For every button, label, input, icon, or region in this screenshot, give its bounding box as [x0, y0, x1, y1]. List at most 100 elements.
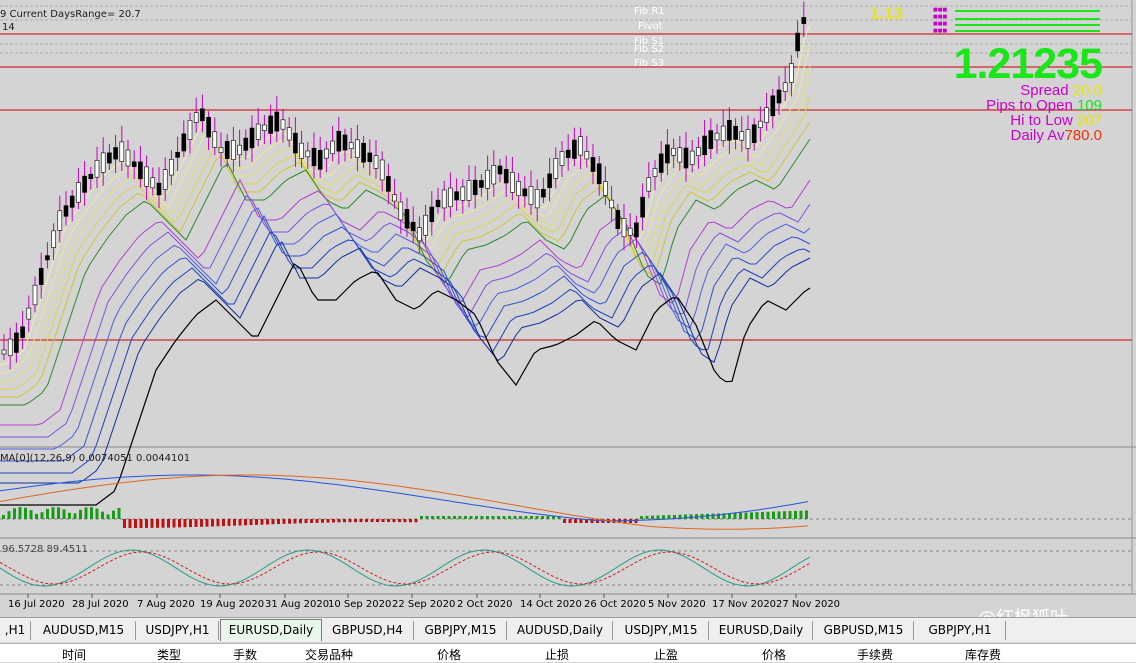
candle-body	[218, 147, 224, 153]
column-header[interactable]: 手数	[233, 646, 257, 663]
tab-audusd-daily[interactable]: AUDUSD,Daily	[508, 621, 613, 640]
candle-body	[342, 134, 348, 151]
macd-histogram-bar	[541, 516, 544, 519]
macd-histogram-bar	[62, 509, 66, 519]
macd-histogram-bar	[161, 519, 165, 528]
column-header[interactable]: 类型	[157, 646, 181, 663]
macd-histogram-bar	[18, 507, 22, 519]
tab-gbpusd-m15[interactable]: GBPUSD,M15	[814, 621, 914, 640]
macd-histogram-bar	[414, 519, 418, 523]
macd-histogram-bar	[497, 516, 500, 519]
column-header[interactable]: 价格	[437, 646, 461, 663]
candle-body	[609, 199, 614, 209]
candle-body	[131, 161, 137, 167]
column-header[interactable]: 止盈	[654, 646, 678, 663]
macd-histogram-bar	[282, 519, 286, 524]
daily-av-row: Daily Av780.0	[1011, 127, 1102, 144]
macd-histogram-bar	[178, 519, 181, 528]
macd-histogram-bar	[299, 519, 302, 524]
column-header[interactable]: 手续费	[857, 646, 893, 663]
column-header[interactable]: 库存费	[965, 646, 1001, 663]
macd-histogram-bar	[436, 516, 440, 519]
candle-body	[795, 32, 800, 52]
macd-histogram-bar	[249, 519, 253, 526]
candle-body	[156, 182, 162, 196]
strength-bar-1	[955, 10, 1100, 12]
tab-eurusd-daily[interactable]: EURUSD,Daily	[710, 621, 813, 640]
tab-gbpusd-h4[interactable]: GBPUSD,H4	[322, 621, 414, 640]
macd-histogram-bar	[112, 510, 115, 519]
macd-histogram-bar	[332, 519, 335, 523]
candle-body	[138, 161, 143, 180]
candle-body	[107, 152, 112, 164]
column-header[interactable]: 止损	[545, 646, 569, 663]
candle-body	[516, 181, 521, 197]
candle-body	[534, 189, 540, 209]
candle-body	[51, 230, 56, 248]
macd-histogram-bar	[805, 510, 808, 519]
candle-body	[658, 153, 664, 173]
candle-body	[20, 326, 25, 338]
macd-histogram-bar	[216, 519, 220, 527]
date-tick-label: 19 Aug 2020	[200, 599, 265, 610]
strength-bar-2	[955, 18, 1100, 20]
candle-body	[708, 130, 714, 149]
macd-histogram-bar	[750, 512, 753, 519]
candle-body	[293, 132, 298, 154]
candle-body	[361, 142, 366, 163]
macd-histogram-bar	[156, 519, 159, 528]
tab-h1[interactable]: ,H1	[0, 621, 31, 640]
macd-histogram-bar	[425, 516, 429, 519]
macd-histogram-bar	[365, 519, 368, 523]
blue-ma-line	[0, 231, 811, 474]
column-header[interactable]: 时间	[62, 646, 86, 663]
tab-eurusd-daily[interactable]: EURUSD,Daily	[220, 619, 322, 641]
macd-histogram-bar	[387, 519, 390, 523]
column-header[interactable]: 价格	[762, 646, 786, 663]
candle-body	[1, 349, 7, 355]
macd-histogram-bar	[321, 519, 324, 523]
macd-histogram-bar	[260, 519, 264, 525]
column-header[interactable]: 交易品种	[305, 646, 353, 663]
candle-body	[584, 151, 590, 160]
candle-body	[454, 191, 459, 201]
macd-histogram-bar	[381, 519, 385, 523]
tab-gbpjpy-h1[interactable]: GBPJPY,H1	[915, 621, 1006, 640]
candle-body	[689, 150, 695, 165]
tab-gbpjpy-m15[interactable]: GBPJPY,M15	[415, 621, 507, 640]
candle-body	[317, 149, 323, 170]
macd-histogram-bar	[530, 516, 533, 519]
date-tick-label: 28 Jul 2020	[72, 599, 129, 610]
macd-histogram-bar	[277, 519, 280, 525]
candle-body	[733, 125, 738, 140]
candle-body	[14, 332, 19, 353]
date-tick-label: 16 Jul 2020	[8, 599, 65, 610]
date-tick-label: 14 Oct 2020	[520, 599, 582, 610]
candle-body	[82, 175, 87, 193]
candle-body	[727, 120, 732, 141]
macd-histogram-bar	[194, 519, 198, 527]
tab-usdjpy-h1[interactable]: USDJPY,H1	[137, 621, 219, 640]
candle-body	[324, 148, 329, 159]
candle-body	[305, 150, 311, 158]
macd-histogram-bar	[480, 516, 484, 519]
macd-histogram-bar	[524, 516, 528, 519]
stoch-label: 96.5728 89.4511	[2, 544, 88, 555]
macd-histogram-bar	[293, 519, 297, 524]
candle-body	[671, 147, 676, 156]
candle-body	[776, 89, 782, 104]
tab-audusd-m15[interactable]: AUDUSD,M15	[32, 621, 136, 640]
macd-histogram-bar	[464, 516, 467, 519]
candle-body	[348, 142, 354, 149]
macd-histogram-bar	[343, 519, 346, 523]
candle-body	[745, 129, 751, 149]
macd-histogram-bar	[266, 519, 269, 525]
macd-histogram-bar	[508, 516, 511, 519]
candle-body	[683, 147, 689, 169]
candle-body	[100, 152, 106, 173]
tab-usdjpy-m15[interactable]: USDJPY,M15	[614, 621, 709, 640]
macd-histogram-bar	[491, 516, 495, 519]
macd-histogram-bar	[645, 515, 649, 519]
chart-area[interactable]	[0, 0, 1136, 617]
fib-s2-label: Fib S2	[634, 44, 665, 55]
